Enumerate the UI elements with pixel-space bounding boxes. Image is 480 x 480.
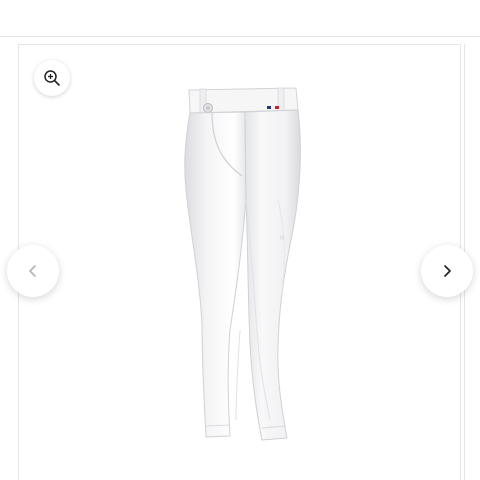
previous-image-button[interactable] xyxy=(7,245,59,297)
svg-text:K: K xyxy=(280,235,285,242)
chevron-right-icon xyxy=(444,265,451,277)
zoom-button[interactable] xyxy=(34,60,70,96)
product-image: K xyxy=(184,87,301,441)
next-image-button[interactable] xyxy=(421,245,473,297)
chevron-left-icon xyxy=(29,265,36,277)
product-page: K xyxy=(0,0,480,480)
zoom-in-icon xyxy=(44,70,60,86)
header-bar xyxy=(0,0,480,37)
